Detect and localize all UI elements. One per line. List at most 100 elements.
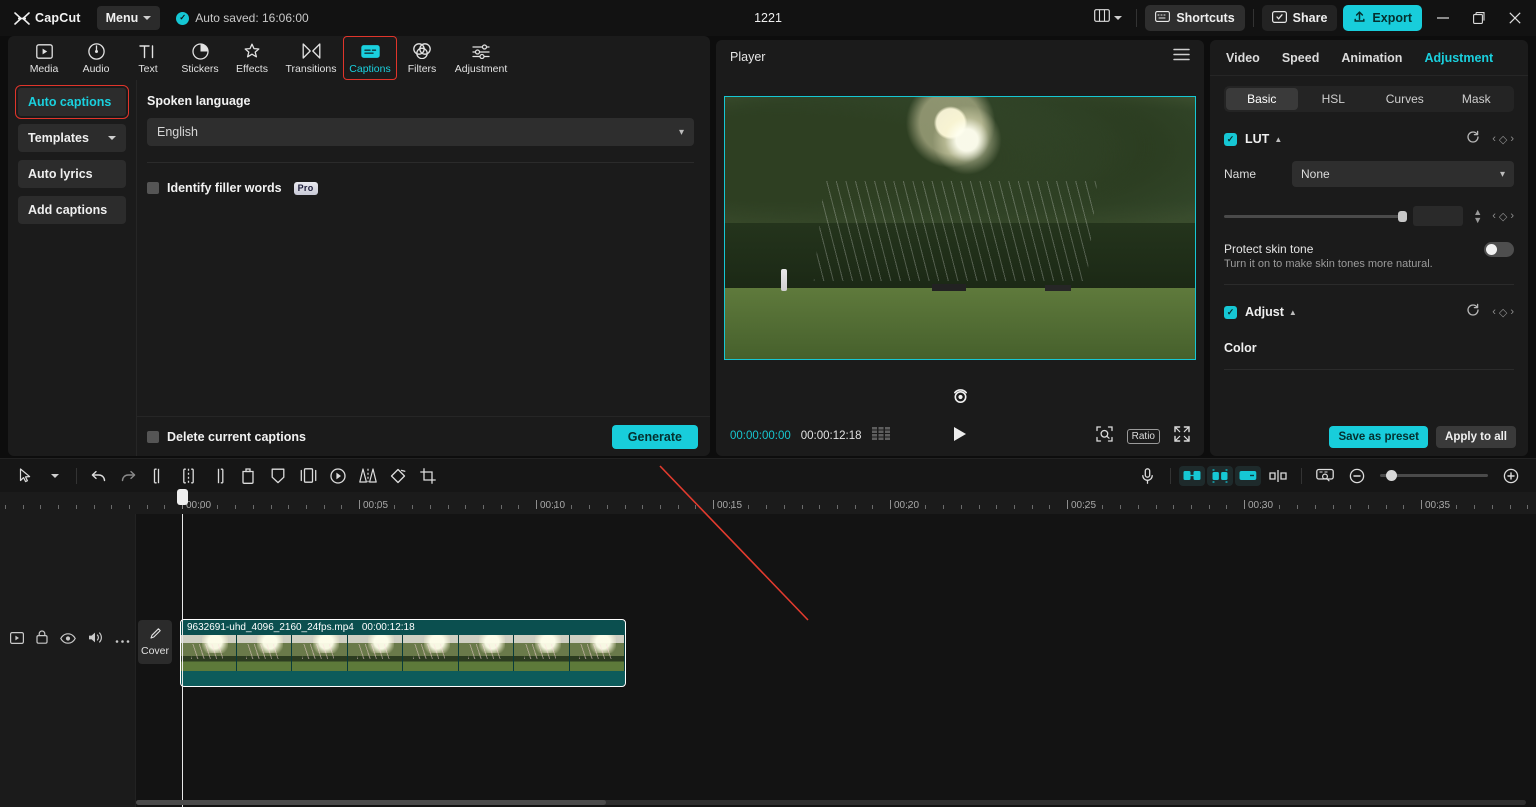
tool-effects[interactable]: Effects <box>226 37 278 79</box>
sidebar-item-templates[interactable]: Templates <box>18 124 126 152</box>
marker-search-button[interactable] <box>1310 463 1340 489</box>
lut-intensity-input[interactable] <box>1413 206 1464 226</box>
keyframe-diamond-icon[interactable]: ◇ <box>1499 306 1507 319</box>
record-voiceover-button[interactable] <box>1132 463 1162 489</box>
keyframe-next-icon[interactable]: › <box>1510 210 1514 222</box>
lock-icon[interactable] <box>36 630 48 649</box>
stepper-icon[interactable]: ▲ ▼ <box>1473 207 1482 224</box>
sidebar-item-auto-lyrics[interactable]: Auto lyrics <box>18 160 126 188</box>
keyframe-diamond-icon[interactable]: ◇ <box>1499 210 1507 223</box>
keyframe-prev-icon[interactable]: ‹ <box>1492 210 1496 222</box>
tab-speed[interactable]: Speed <box>1282 51 1320 65</box>
track-type-icon[interactable] <box>10 631 25 649</box>
identify-filler-words-row[interactable]: Identify filler words Pro <box>147 181 694 195</box>
tool-text[interactable]: Text <box>122 37 174 79</box>
segment-mask[interactable]: Mask <box>1441 88 1513 110</box>
more-options-icon[interactable] <box>115 631 130 649</box>
keyframe-diamond-icon[interactable]: ◇ <box>1499 133 1507 146</box>
chevron-up-icon[interactable]: ▲ <box>1289 308 1297 317</box>
tool-filters[interactable]: Filters <box>396 37 448 79</box>
maximize-button[interactable] <box>1464 3 1494 33</box>
keyframe-control[interactable]: ‹ ◇ › <box>1492 306 1514 319</box>
trim-end-button[interactable] <box>203 463 233 489</box>
frames-icon[interactable] <box>871 427 890 445</box>
save-as-preset-button[interactable]: Save as preset <box>1329 426 1429 448</box>
video-preview[interactable] <box>724 96 1196 360</box>
lut-intensity-slider[interactable] <box>1224 210 1407 222</box>
fullscreen-icon[interactable] <box>1174 425 1190 447</box>
auto-cut-right-button[interactable] <box>1235 465 1261 486</box>
keyframe-next-icon[interactable]: › <box>1510 306 1514 318</box>
eye-icon[interactable] <box>60 631 76 649</box>
protect-skin-tone-toggle[interactable] <box>1484 242 1514 257</box>
timeline-canvas[interactable]: Cover 9632691-uhd_4096_2160_24fps.mp4 00… <box>0 514 1536 807</box>
chevron-up-icon[interactable]: ▲ <box>1274 135 1282 144</box>
layout-switcher-button[interactable] <box>1088 5 1128 31</box>
playhead-handle[interactable] <box>177 489 188 505</box>
timeline-horizontal-scrollbar[interactable] <box>136 800 1526 805</box>
reset-icon[interactable] <box>1466 130 1480 149</box>
zoom-preview-icon[interactable] <box>1095 425 1113 447</box>
shortcuts-button[interactable]: Shortcuts <box>1145 5 1245 31</box>
export-button[interactable]: Export <box>1343 5 1422 31</box>
play-button[interactable] <box>953 426 967 447</box>
keyframe-prev-icon[interactable]: ‹ <box>1492 133 1496 145</box>
delete-current-captions-checkbox[interactable] <box>147 430 159 443</box>
crop-frames-button[interactable] <box>293 463 323 489</box>
tab-animation[interactable]: Animation <box>1341 51 1402 65</box>
share-button[interactable]: Share <box>1261 5 1338 31</box>
undo-button[interactable] <box>83 463 113 489</box>
player-menu-icon[interactable] <box>1173 48 1190 66</box>
auto-cut-center-button[interactable] <box>1207 465 1233 486</box>
lut-enabled-checkbox[interactable]: ✓ <box>1224 132 1237 146</box>
tool-audio[interactable]: Audio <box>70 37 122 79</box>
cover-button[interactable]: Cover <box>138 620 172 664</box>
minimize-button[interactable] <box>1428 3 1458 33</box>
ratio-button[interactable]: Ratio <box>1126 428 1160 444</box>
volume-icon[interactable] <box>88 631 103 649</box>
auto-cut-left-button[interactable] <box>1179 465 1205 486</box>
select-tool-button[interactable] <box>10 463 40 489</box>
close-button[interactable] <box>1500 3 1530 33</box>
keyframe-control[interactable]: ‹ ◇ › <box>1492 133 1514 146</box>
lut-name-select[interactable]: None ▾ <box>1292 161 1514 187</box>
split-marker-button[interactable] <box>1263 463 1293 489</box>
generate-button[interactable]: Generate <box>611 424 698 449</box>
tab-adjustment[interactable]: Adjustment <box>1424 51 1493 65</box>
slider-knob[interactable] <box>1397 210 1407 222</box>
reset-icon[interactable] <box>1466 303 1480 322</box>
crop-button[interactable] <box>413 463 443 489</box>
rotate-icon[interactable] <box>951 388 970 410</box>
zoom-slider-knob[interactable] <box>1386 470 1397 481</box>
mirror-button[interactable] <box>353 463 383 489</box>
tool-transitions[interactable]: Transitions <box>278 37 344 79</box>
freeze-button[interactable] <box>263 463 293 489</box>
tab-video[interactable]: Video <box>1226 51 1260 65</box>
zoom-out-button[interactable] <box>1342 463 1372 489</box>
speed-button[interactable] <box>323 463 353 489</box>
apply-to-all-button[interactable]: Apply to all <box>1436 426 1516 448</box>
keyframe-prev-icon[interactable]: ‹ <box>1492 306 1496 318</box>
split-button[interactable] <box>143 463 173 489</box>
lut-intensity-keyframe[interactable]: ‹ ◇ › <box>1492 210 1514 223</box>
select-tool-dropdown[interactable] <box>40 463 70 489</box>
trim-start-button[interactable] <box>173 463 203 489</box>
rotate-button[interactable] <box>383 463 413 489</box>
zoom-in-button[interactable] <box>1496 463 1526 489</box>
tool-captions[interactable]: Captions <box>343 36 397 80</box>
keyframe-next-icon[interactable]: › <box>1510 133 1514 145</box>
segment-basic[interactable]: Basic <box>1226 88 1298 110</box>
segment-curves[interactable]: Curves <box>1369 88 1441 110</box>
timeline-zoom-slider[interactable] <box>1380 470 1488 481</box>
timeline-ruler[interactable]: 00:00 00:05 00:10 00:15 00:20 00:25 00:30 00:35 <box>0 492 1536 514</box>
redo-button[interactable] <box>113 463 143 489</box>
adjust-enabled-checkbox[interactable]: ✓ <box>1224 305 1237 319</box>
segment-hsl[interactable]: HSL <box>1298 88 1370 110</box>
sidebar-item-auto-captions[interactable]: Auto captions <box>15 85 129 119</box>
timeline-clip[interactable]: 9632691-uhd_4096_2160_24fps.mp4 00:00:12… <box>180 619 626 687</box>
identify-filler-words-checkbox[interactable] <box>147 182 159 194</box>
spoken-language-select[interactable]: English ▾ <box>147 118 694 146</box>
delete-button[interactable] <box>233 463 263 489</box>
tool-adjustment[interactable]: Adjustment <box>448 37 514 79</box>
tool-media[interactable]: Media <box>18 37 70 79</box>
